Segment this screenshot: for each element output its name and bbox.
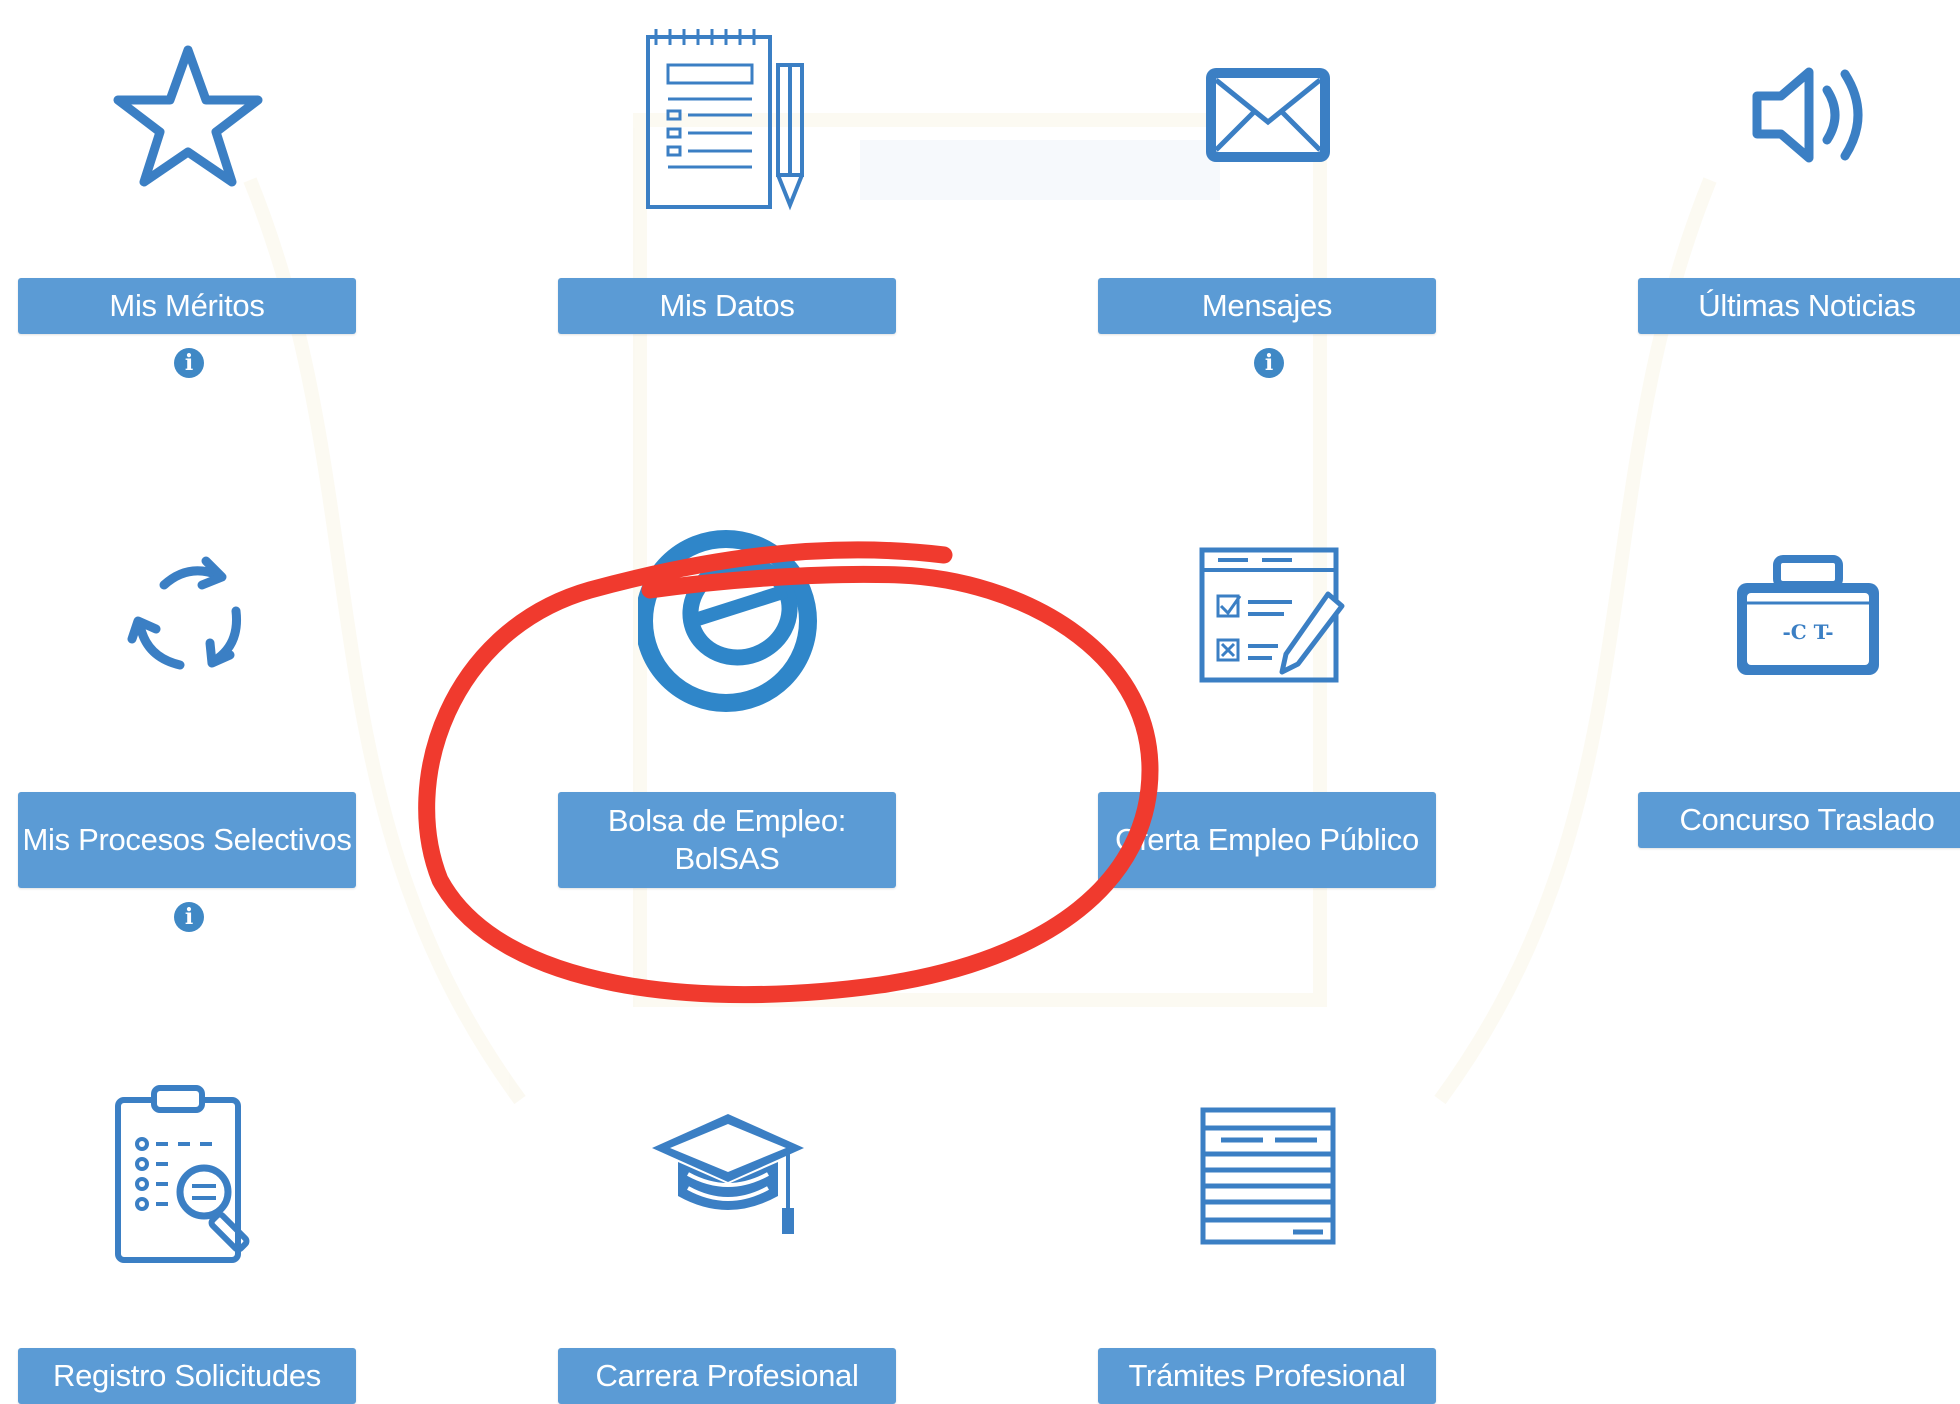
mis-datos-button[interactable]: Mis Datos — [558, 278, 896, 334]
info-icon[interactable]: i — [174, 348, 204, 378]
info-icon[interactable]: i — [1254, 348, 1284, 378]
tramites-profesional-button[interactable]: Trámites Profesional — [1098, 1348, 1436, 1404]
mensajes-button[interactable]: Mensajes — [1098, 278, 1436, 334]
envelope-icon[interactable] — [1098, 0, 1438, 230]
mis-meritos-button[interactable]: Mis Méritos — [18, 278, 356, 334]
document-lines-icon[interactable] — [1098, 1060, 1438, 1290]
graduation-cap-icon[interactable] — [558, 1060, 898, 1290]
carrera-profesional-button[interactable]: Carrera Profesional — [558, 1348, 896, 1404]
bolsa-de-empleo-button[interactable]: Bolsa de Empleo: BolSAS — [558, 792, 896, 888]
star-icon[interactable] — [18, 0, 358, 230]
mis-procesos-selectivos-button[interactable]: Mis Procesos Selectivos — [18, 792, 356, 888]
svg-text:-C T-: -C T- — [1782, 620, 1833, 644]
briefcase-icon[interactable]: -C T- — [1638, 500, 1960, 730]
bolsas-logo-icon[interactable] — [558, 500, 898, 730]
speaker-icon[interactable] — [1638, 0, 1960, 230]
notepad-icon[interactable] — [558, 0, 898, 230]
form-checklist-icon[interactable] — [1098, 500, 1438, 730]
recycle-icon[interactable] — [18, 500, 358, 730]
info-icon[interactable]: i — [174, 902, 204, 932]
ultimas-noticias-button[interactable]: Últimas Noticias — [1638, 278, 1960, 334]
registro-solicitudes-button[interactable]: Registro Solicitudes — [18, 1348, 356, 1404]
clipboard-search-icon[interactable] — [18, 1060, 358, 1290]
oferta-empleo-publico-button[interactable]: Oferta Empleo Público — [1098, 792, 1436, 888]
concurso-traslado-button[interactable]: Concurso Traslado — [1638, 792, 1960, 848]
